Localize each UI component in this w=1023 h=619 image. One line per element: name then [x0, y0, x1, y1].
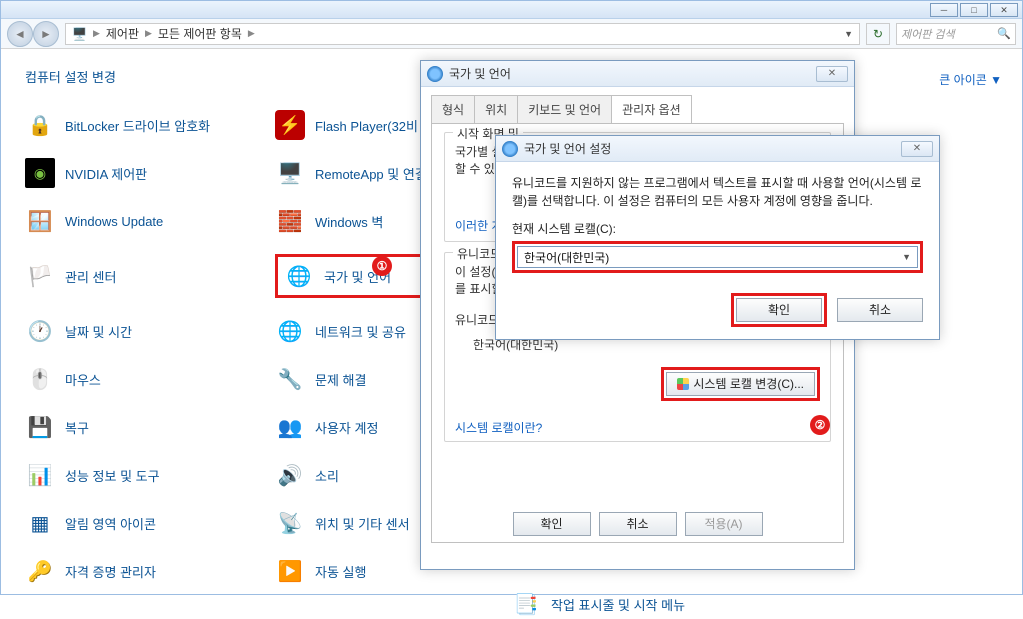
annotation-badge-2: ② — [810, 415, 830, 435]
dialog-titlebar: 국가 및 언어 설정 ✕ — [496, 136, 939, 162]
sound-icon: 🔊 — [275, 460, 305, 490]
cancel-button[interactable]: 취소 — [599, 512, 677, 536]
control-panel-icon: 🖥️ — [72, 27, 87, 41]
dropdown-value: 한국어(대한민국) — [524, 249, 609, 266]
shield-icon — [677, 378, 689, 390]
item-recovery[interactable]: 💾복구 — [25, 412, 265, 442]
breadcrumb-item[interactable]: 모든 제어판 항목 — [158, 25, 242, 42]
description-text: 유니코드를 지원하지 않는 프로그램에서 텍스트를 표시할 때 사용할 언어(시… — [512, 174, 923, 210]
dialog-close-button[interactable]: ✕ — [816, 66, 848, 82]
globe-icon — [502, 141, 518, 157]
dialog-title: 국가 및 언어 — [449, 65, 511, 82]
recovery-icon: 💾 — [25, 412, 55, 442]
change-locale-highlight: 시스템 로캘 변경(C)... — [661, 367, 820, 401]
item-taskbar[interactable]: 📑작업 표시줄 및 시작 메뉴 — [511, 589, 685, 619]
nvidia-icon: ◉ — [25, 158, 55, 188]
item-notification-icons[interactable]: ▦알림 영역 아이콘 — [25, 508, 265, 538]
dialog-buttons: 확인 취소 — [731, 293, 923, 327]
search-icon: 🔍 — [997, 27, 1011, 40]
breadcrumb[interactable]: 🖥️ ▶ 제어판 ▶ 모든 제어판 항목 ▶ ▼ — [65, 23, 860, 45]
item-action-center[interactable]: 🏳️관리 센터 — [25, 254, 265, 298]
item-windows-update[interactable]: 🪟Windows Update — [25, 206, 265, 236]
breadcrumb-item[interactable]: 제어판 — [106, 25, 139, 42]
tab-keyboard[interactable]: 키보드 및 언어 — [517, 95, 612, 123]
item-mouse[interactable]: 🖱️마우스 — [25, 364, 265, 394]
minimize-button[interactable]: ─ — [930, 3, 958, 17]
firewall-icon: 🧱 — [275, 206, 305, 236]
tab-location[interactable]: 위치 — [474, 95, 518, 123]
item-credential-manager[interactable]: 🔑자격 증명 관리자 — [25, 556, 265, 586]
network-icon: 🌐 — [275, 316, 305, 346]
current-locale-label: 현재 시스템 로캘(C): — [512, 220, 923, 237]
maximize-button[interactable]: □ — [960, 3, 988, 17]
dialog-buttons: 확인 취소 적용(A) — [432, 512, 843, 536]
ok-button[interactable]: 확인 — [513, 512, 591, 536]
chevron-right-icon: ▶ — [93, 28, 100, 39]
user-accounts-icon: 👥 — [275, 412, 305, 442]
item-performance[interactable]: 📊성능 정보 및 도구 — [25, 460, 265, 490]
troubleshoot-icon: 🔧 — [275, 364, 305, 394]
view-dropdown[interactable]: 큰 아이콘 ▼ — [939, 71, 1002, 88]
tab-format[interactable]: 형식 — [431, 95, 475, 123]
globe-icon — [427, 66, 443, 82]
dialog-titlebar: 국가 및 언어 ✕ — [421, 61, 854, 87]
back-button[interactable]: ◄ — [7, 21, 33, 47]
refresh-button[interactable]: ↻ — [866, 23, 890, 45]
remoteapp-icon: 🖥️ — [275, 158, 305, 188]
globe-clock-icon: 🌐 — [284, 261, 314, 291]
windows-update-icon: 🪟 — [25, 206, 55, 236]
chevron-down-icon: ▼ — [902, 252, 911, 262]
close-button[interactable]: ✕ — [990, 3, 1018, 17]
tabs: 형식 위치 키보드 및 언어 관리자 옵션 — [421, 87, 854, 123]
lock-icon: 🔒 — [25, 110, 55, 140]
forward-button[interactable]: ► — [33, 21, 59, 47]
system-locale-dropdown[interactable]: 한국어(대한민국) ▼ — [517, 246, 918, 268]
ok-button[interactable]: 확인 — [736, 298, 822, 322]
cancel-button[interactable]: 취소 — [837, 298, 923, 322]
location-icon: 📡 — [275, 508, 305, 538]
flag-icon: 🏳️ — [25, 261, 55, 291]
ok-highlight: 확인 — [731, 293, 827, 327]
item-nvidia[interactable]: ◉NVIDIA 제어판 — [25, 158, 265, 188]
credential-icon: 🔑 — [25, 556, 55, 586]
apply-button[interactable]: 적용(A) — [685, 512, 763, 536]
item-bitlocker[interactable]: 🔒BitLocker 드라이브 암호화 — [25, 110, 265, 140]
chevron-right-icon: ▶ — [248, 28, 255, 39]
search-input[interactable]: 제어판 검색 🔍 — [896, 23, 1016, 45]
dialog-body: 유니코드를 지원하지 않는 프로그램에서 텍스트를 표시할 때 사용할 언어(시… — [496, 162, 939, 339]
mouse-icon: 🖱️ — [25, 364, 55, 394]
annotation-badge-1: ① — [372, 256, 392, 276]
tab-admin[interactable]: 관리자 옵션 — [611, 95, 692, 123]
item-date-time[interactable]: 🕐날짜 및 시간 — [25, 316, 265, 346]
dialog-title: 국가 및 언어 설정 — [524, 140, 611, 157]
taskbar-icon: 📑 — [511, 589, 541, 619]
flash-icon: ⚡ — [275, 110, 305, 140]
dialog-close-button[interactable]: ✕ — [901, 141, 933, 157]
change-system-locale-button[interactable]: 시스템 로캘 변경(C)... — [666, 372, 815, 396]
window-controls: ─ □ ✕ — [1, 1, 1022, 19]
search-placeholder: 제어판 검색 — [901, 26, 955, 42]
chevron-down-icon[interactable]: ▼ — [844, 29, 853, 39]
address-bar: ◄ ► 🖥️ ▶ 제어판 ▶ 모든 제어판 항목 ▶ ▼ ↻ 제어판 검색 🔍 — [1, 19, 1022, 49]
region-language-settings-dialog: 국가 및 언어 설정 ✕ 유니코드를 지원하지 않는 프로그램에서 텍스트를 표… — [495, 135, 940, 340]
performance-icon: 📊 — [25, 460, 55, 490]
dropdown-highlight: 한국어(대한민국) ▼ — [512, 241, 923, 273]
clock-icon: 🕐 — [25, 316, 55, 346]
what-is-locale-link[interactable]: 시스템 로캘이란? — [455, 419, 820, 436]
autoplay-icon: ▶️ — [275, 556, 305, 586]
notification-icon: ▦ — [25, 508, 55, 538]
chevron-right-icon: ▶ — [145, 28, 152, 39]
